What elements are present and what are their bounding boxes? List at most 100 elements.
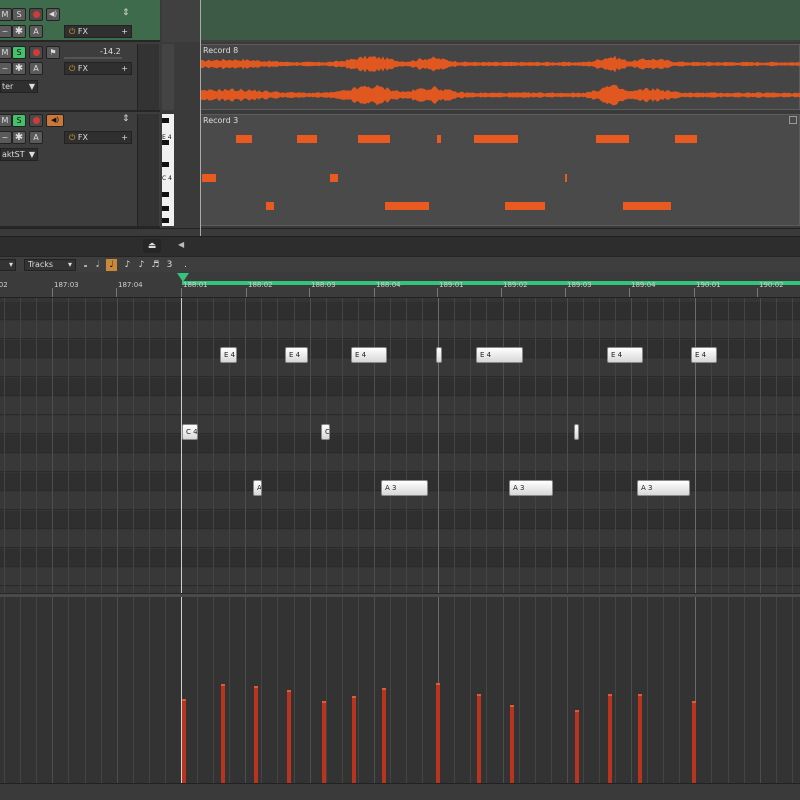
eject-icon[interactable]: ⏏ [143,239,161,253]
midi-note [596,135,629,143]
chevron-updown-icon[interactable]: ⇕ [122,8,130,18]
dotted-button[interactable]: . [180,259,191,271]
quarter-note-icon[interactable]: ♩ [106,259,117,271]
mute-button[interactable]: M [0,114,12,127]
automation-button[interactable]: A [29,25,43,38]
power-icon: ⏻ [69,133,76,142]
midi-note [437,135,441,143]
plus-icon: + [121,133,128,142]
ruler-tick-label: 188:03 [311,281,336,289]
plus-icon: + [121,64,128,73]
velocity-bar[interactable] [436,683,440,783]
velocity-bar[interactable] [608,694,612,783]
solo-button[interactable]: S [12,114,26,127]
grid-line [679,298,680,593]
midi-note[interactable]: E 4 [476,347,523,363]
velocity-bar[interactable] [382,688,386,783]
volume-slider[interactable] [64,57,122,59]
sixteenth-note-icon[interactable]: ♪ [136,259,147,271]
solo-button[interactable]: S [12,8,26,21]
velocity-bar[interactable] [510,705,514,783]
midi-note [202,174,216,182]
input-selector[interactable]: aktST ▼ [0,148,38,161]
grid-select[interactable]: ▾ [0,259,16,271]
record-arm-icon[interactable] [29,8,43,21]
whole-note-icon[interactable]: 𝅝 [80,259,91,271]
grid-line [503,597,504,783]
fx-button[interactable]: ⏻ FX + [64,131,132,144]
piano-roll[interactable]: E 4 E 4 E 4 E 4 E 4 E 4 C 4 C A A 3 A 3 A 3 [0,298,800,593]
tracks-select[interactable]: Tracks ▾ [24,259,76,271]
record-arm-icon[interactable] [29,114,43,127]
midi-note[interactable]: E 4 [220,347,237,363]
chevron-updown-icon[interactable]: ⇕ [122,114,130,124]
mute-button[interactable]: M [0,46,12,59]
grid-line [20,298,21,593]
half-note-icon[interactable]: 𝅗𝅥 [92,259,103,271]
asterisk-icon[interactable]: ✱ [12,25,26,38]
eighth-note-icon[interactable]: ♪ [122,259,133,271]
grid-line [213,298,214,593]
midi-item[interactable]: Record 3 [200,114,800,226]
left-arrow-icon[interactable]: ◀ [178,240,184,249]
fx-button[interactable]: ⏻ FX + [64,25,132,38]
fx-button[interactable]: ⏻ FX + [64,62,132,75]
grid-line [245,597,246,783]
midi-note[interactable]: E 4 [607,347,643,363]
solo-button[interactable]: S [12,46,26,59]
view-divider: ⏏ ◀ [0,236,800,256]
midi-note[interactable]: A 3 [381,480,428,496]
midi-note[interactable] [436,347,442,363]
velocity-bar[interactable] [692,701,696,783]
piano-key-strip: E 4 C 4 [162,114,174,226]
asterisk-icon[interactable]: ✱ [12,62,26,75]
grid-line [454,298,455,593]
grid-line [374,597,375,783]
asterisk-icon[interactable]: ✱ [12,131,26,144]
midi-note[interactable]: C [321,424,330,440]
grid-line [519,298,520,593]
envelope-icon[interactable]: ~ [0,25,12,38]
midi-note[interactable]: E 4 [351,347,387,363]
envelope-icon[interactable]: ~ [0,131,12,144]
velocity-bar[interactable] [322,701,326,783]
velocity-bar[interactable] [638,694,642,783]
speaker-icon[interactable]: ◀) [46,8,60,21]
velocity-bar[interactable] [182,699,186,783]
envelope-icon[interactable]: ~ [0,62,12,75]
midi-note[interactable]: C 4 [182,424,198,440]
mute-button[interactable]: M [0,8,12,21]
midi-note[interactable]: E 4 [285,347,308,363]
input-selector[interactable]: ter ▼ [0,80,38,93]
velocity-bar[interactable] [254,686,258,783]
midi-note [297,135,317,143]
midi-note[interactable]: E 4 [691,347,717,363]
track-control-panel: M S ◀) ⇕ ~ ✱ A ⏻ FX + aktST ▼ [0,112,160,228]
velocity-bar[interactable] [287,690,291,783]
velocity-bar[interactable] [221,684,225,783]
midi-input-icon[interactable]: ◀) [46,114,64,127]
velocity-bar[interactable] [477,694,481,783]
flag-icon[interactable]: ⚑ [46,46,60,59]
midi-note[interactable] [574,424,579,440]
ruler-tick-label: 188:01 [183,281,208,289]
velocity-bar[interactable] [575,710,579,783]
automation-button[interactable]: A [29,131,43,144]
velocity-lane[interactable] [0,597,800,800]
velocity-bar[interactable] [352,696,356,783]
midi-note[interactable]: A [253,480,262,496]
timeline-ruler[interactable]: 7:02 187:03 187:04 188:01 188:02 188:03 188:04… [0,272,800,298]
triplet-button[interactable]: 3 [164,259,175,271]
grid-line [133,298,134,593]
daw-window: M S ◀) ⇕ ~ ✱ A ⏻ FX + M S ⚑ -14.2 ~ ✱ A [0,0,800,800]
grid-line [663,298,664,593]
midi-note[interactable]: A 3 [637,480,690,496]
media-item[interactable] [200,0,800,40]
thirtysecond-note-icon[interactable]: ♬ [150,259,161,271]
item-corner-icon [789,116,797,124]
ruler-tick [374,288,375,297]
midi-note[interactable]: A 3 [509,480,553,496]
audio-item[interactable]: Record 8 [200,44,800,110]
record-arm-icon[interactable] [29,46,43,59]
automation-button[interactable]: A [29,62,43,75]
